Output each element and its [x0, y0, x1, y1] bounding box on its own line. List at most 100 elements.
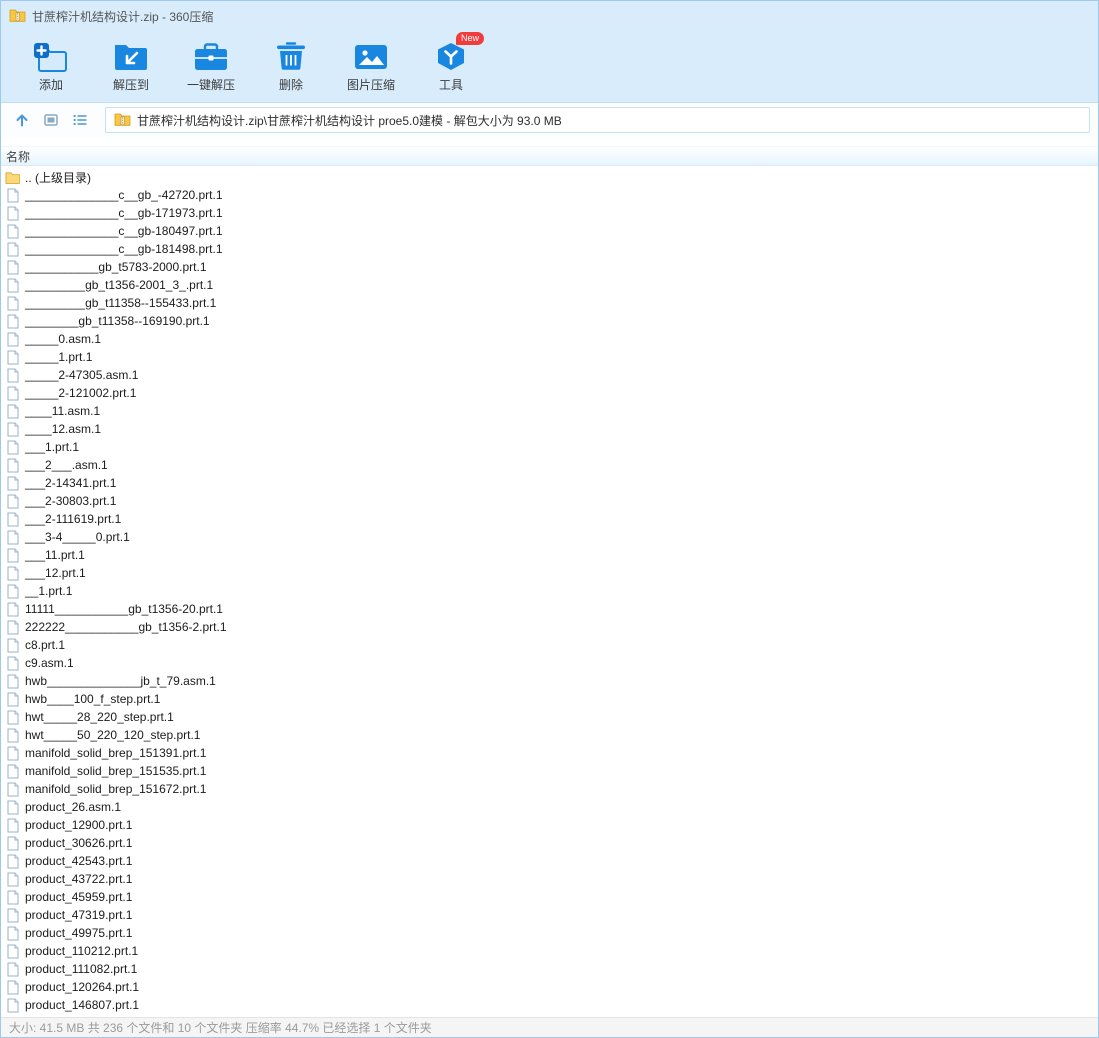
file-name: ___2___.asm.1	[25, 458, 108, 472]
file-icon	[5, 854, 20, 869]
column-header-name[interactable]: 名称	[1, 146, 1098, 166]
file-row[interactable]: _____2-47305.asm.1	[1, 366, 1098, 384]
file-icon	[5, 278, 20, 293]
file-row[interactable]: _____1.prt.1	[1, 348, 1098, 366]
file-name: ____12.asm.1	[25, 422, 102, 436]
file-icon	[5, 458, 20, 473]
file-row[interactable]: ___2-14341.prt.1	[1, 474, 1098, 492]
file-row[interactable]: ________gb_t11358--169190.prt.1	[1, 312, 1098, 330]
file-row[interactable]: ____12.asm.1	[1, 420, 1098, 438]
file-name: _____2-47305.asm.1	[25, 368, 139, 382]
file-row[interactable]: _____0.asm.1	[1, 330, 1098, 348]
file-row[interactable]: product_111082.prt.1	[1, 960, 1098, 978]
file-row[interactable]: product_47319.prt.1	[1, 906, 1098, 924]
file-row[interactable]: manifold_solid_brep_151672.prt.1	[1, 780, 1098, 798]
file-name: product_12900.prt.1	[25, 818, 133, 832]
file-name: _____0.asm.1	[25, 332, 102, 346]
file-row[interactable]: __1.prt.1	[1, 582, 1098, 600]
file-icon	[5, 836, 20, 851]
file-row[interactable]: c8.prt.1	[1, 636, 1098, 654]
file-row[interactable]: ____11.asm.1	[1, 402, 1098, 420]
file-icon	[5, 440, 20, 455]
file-icon	[5, 908, 20, 923]
file-icon	[5, 980, 20, 995]
file-row[interactable]: product_26.asm.1	[1, 798, 1098, 816]
file-row[interactable]: product_45959.prt.1	[1, 888, 1098, 906]
file-icon	[5, 674, 20, 689]
toolbar-button-tools[interactable]: New 工具	[414, 32, 488, 98]
file-icon	[5, 224, 20, 239]
file-row[interactable]: product_120264.prt.1	[1, 978, 1098, 996]
file-name: __1.prt.1	[25, 584, 73, 598]
file-row[interactable]: hwt_____28_220_step.prt.1	[1, 708, 1098, 726]
file-row[interactable]: hwb____100_f_step.prt.1	[1, 690, 1098, 708]
up-arrow-icon[interactable]	[12, 110, 32, 130]
file-row[interactable]: product_146807.prt.1	[1, 996, 1098, 1014]
file-row[interactable]: ______________c__gb-181498.prt.1	[1, 240, 1098, 258]
file-name: hwt_____50_220_120_step.prt.1	[25, 728, 201, 742]
file-icon	[5, 314, 20, 329]
toolbar-button-one-click-extract[interactable]: 一键解压	[174, 34, 248, 98]
toolbar-button-label: 解压到	[112, 78, 149, 92]
file-icon	[5, 422, 20, 437]
file-row[interactable]: _________gb_t11358--155433.prt.1	[1, 294, 1098, 312]
file-row[interactable]: product_42543.prt.1	[1, 852, 1098, 870]
file-row[interactable]: ___2___.asm.1	[1, 456, 1098, 474]
file-row[interactable]: _________gb_t1356-2001_3_.prt.1	[1, 276, 1098, 294]
column-header-label: 名称	[6, 149, 31, 164]
toolbar-button-add[interactable]: 添加	[14, 34, 88, 98]
file-icon	[5, 368, 20, 383]
file-icon	[5, 782, 20, 797]
file-list: .. (上级目录) ______________c__gb_-42720.prt…	[1, 166, 1098, 1017]
file-icon	[5, 260, 20, 275]
file-row[interactable]: ______________c__gb-171973.prt.1	[1, 204, 1098, 222]
folder-icon	[5, 171, 20, 184]
status-text: 大小: 41.5 MB 共 236 个文件和 10 个文件夹 压缩率 44.7%…	[9, 1021, 432, 1035]
file-row[interactable]: manifold_solid_brep_151391.prt.1	[1, 744, 1098, 762]
file-row[interactable]: product_12900.prt.1	[1, 816, 1098, 834]
title-bar: 甘蔗榨汁机结构设计.zip - 360压缩	[1, 1, 1098, 31]
file-row[interactable]: ___2-111619.prt.1	[1, 510, 1098, 528]
toolbar-button-image-compress[interactable]: 图片压缩	[334, 34, 408, 98]
view-mode-icon[interactable]	[41, 110, 61, 130]
file-row[interactable]: 11111___________gb_t1356-20.prt.1	[1, 600, 1098, 618]
file-name: manifold_solid_brep_151535.prt.1	[25, 764, 207, 778]
file-icon	[5, 692, 20, 707]
file-row[interactable]: ___________gb_t5783-2000.prt.1	[1, 258, 1098, 276]
toolbar-button-delete[interactable]: 删除	[254, 34, 328, 98]
address-bar[interactable]: 甘蔗榨汁机结构设计.zip\甘蔗榨汁机结构设计 proe5.0建模 - 解包大小…	[105, 107, 1090, 133]
file-icon	[5, 494, 20, 509]
file-row[interactable]: c9.asm.1	[1, 654, 1098, 672]
file-row[interactable]: product_49975.prt.1	[1, 924, 1098, 942]
file-name: ___11.prt.1	[25, 548, 85, 562]
file-row[interactable]: hwb______________jb_t_79.asm.1	[1, 672, 1098, 690]
file-icon	[5, 638, 20, 653]
file-name: ______________c__gb-181498.prt.1	[25, 242, 223, 256]
file-icon	[5, 620, 20, 635]
file-row[interactable]: _____2-121002.prt.1	[1, 384, 1098, 402]
file-row[interactable]: product_110212.prt.1	[1, 942, 1098, 960]
file-row[interactable]: ______________c__gb_-42720.prt.1	[1, 186, 1098, 204]
file-name: product_146807.prt.1	[25, 998, 140, 1012]
file-row[interactable]: ___2-30803.prt.1	[1, 492, 1098, 510]
file-name: product_120264.prt.1	[25, 980, 140, 994]
file-icon	[5, 566, 20, 581]
file-row[interactable]: ___12.prt.1	[1, 564, 1098, 582]
toolbar-button-label: 添加	[38, 78, 63, 92]
file-row[interactable]: 222222___________gb_t1356-2.prt.1	[1, 618, 1098, 636]
file-row[interactable]: hwt_____50_220_120_step.prt.1	[1, 726, 1098, 744]
file-icon	[5, 206, 20, 221]
file-row[interactable]: manifold_solid_brep_151535.prt.1	[1, 762, 1098, 780]
file-row[interactable]: ___1.prt.1	[1, 438, 1098, 456]
file-row[interactable]: ___3-4_____0.prt.1	[1, 528, 1098, 546]
add-icon	[32, 39, 70, 73]
one-click-extract-icon	[192, 39, 230, 73]
file-row[interactable]: product_43722.prt.1	[1, 870, 1098, 888]
file-row[interactable]: product_30626.prt.1	[1, 834, 1098, 852]
file-row[interactable]: ______________c__gb-180497.prt.1	[1, 222, 1098, 240]
file-name: _____1.prt.1	[25, 350, 93, 364]
toolbar-button-extract-to[interactable]: 解压到	[94, 34, 168, 98]
file-row[interactable]: ___11.prt.1	[1, 546, 1098, 564]
parent-directory-row[interactable]: .. (上级目录)	[1, 168, 1098, 186]
list-view-icon[interactable]	[70, 110, 90, 130]
